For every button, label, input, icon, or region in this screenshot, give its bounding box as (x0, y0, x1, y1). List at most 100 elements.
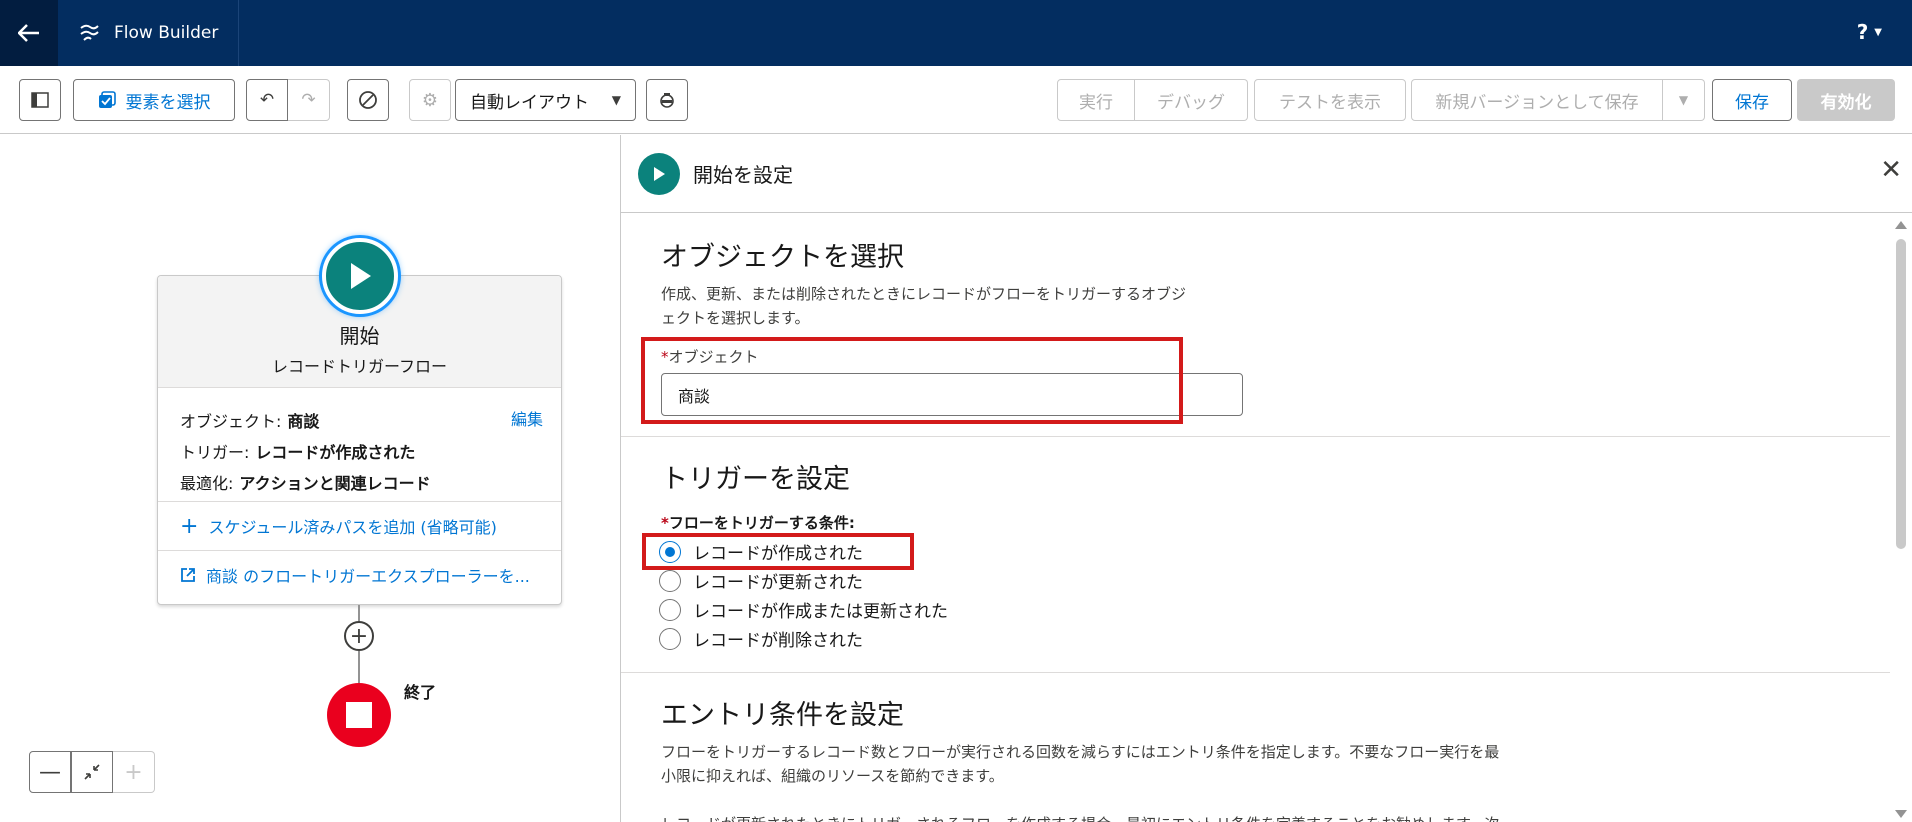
external-link-icon (181, 567, 195, 582)
app-title: Flow Builder (78, 0, 218, 66)
toggle-panel-button[interactable] (19, 79, 61, 121)
panel-title: 開始を設定 (693, 163, 793, 187)
entry-conditions-section: エントリ条件を設定 フローをトリガーするレコード数とフローが実行される回数を減ら… (661, 693, 1661, 822)
end-label: 終了 (404, 683, 437, 702)
start-panel-icon (638, 153, 680, 195)
trigger-section: トリガーを設定 (661, 457, 850, 496)
activate-button[interactable]: 有効化 (1797, 79, 1895, 121)
object-property: オブジェクト: 商談 (180, 404, 539, 435)
close-icon: ✕ (1880, 155, 1902, 185)
trigger-explorer-label: 商談 のフロートリガーエクスプローラーを... (206, 566, 530, 586)
scroll-thumb[interactable] (1896, 239, 1906, 549)
edit-link[interactable]: 編集 (511, 406, 543, 430)
back-button[interactable] (0, 0, 58, 66)
layout-select-value: 自動レイアウト (470, 92, 589, 113)
connector-line (358, 651, 360, 683)
start-properties: オブジェクト: 商談 トリガー: レコードが作成された 最適化: アクションと関… (158, 388, 561, 502)
flow-canvas[interactable]: 開始 レコードトリガーフロー オブジェクト: 商談 トリガー: レコードが作成さ… (0, 135, 620, 822)
scroll-down-arrow-icon[interactable] (1895, 810, 1907, 818)
trigger-property: トリガー: レコードが作成された (180, 435, 539, 466)
undo-redo-group: ↶ ↷ (246, 79, 330, 121)
connector-line (358, 605, 360, 621)
entry-section-description: フローをトリガーするレコード数とフローが実行される回数を減らすにはエントリ条件を… (661, 740, 1661, 822)
radio-option-label: レコードが削除された (693, 631, 863, 651)
entry-description-line: 小限に抑えれば、組織のリソースを節約できます。 (661, 767, 1004, 785)
contract-icon (84, 764, 100, 780)
toolbox-icon (660, 93, 674, 108)
scroll-up-arrow-icon[interactable] (1895, 221, 1907, 229)
radio-option-deleted[interactable]: レコードが削除された (659, 624, 948, 653)
redo-icon: ↷ (301, 90, 316, 110)
stop-icon (346, 702, 372, 728)
object-section-heading: オブジェクトを選択 (661, 242, 904, 273)
trigger-field: *フローをトリガーする条件: (661, 512, 855, 533)
app-title-text: Flow Builder (114, 23, 219, 43)
save-options-button[interactable]: ▼ (1663, 79, 1705, 121)
entry-description-line: フローをトリガーするレコード数とフローが実行される回数を減らすにはエントリ条件を… (661, 743, 1500, 761)
panel-scrollbar[interactable] (1890, 213, 1912, 822)
add-element-button[interactable]: + (344, 621, 374, 651)
play-icon (351, 263, 371, 289)
start-node-icon[interactable] (322, 238, 398, 314)
required-marker: * (661, 514, 669, 532)
save-button[interactable]: 保存 (1712, 79, 1792, 121)
trigger-field-label-text: フローをトリガーする条件: (668, 514, 855, 532)
radio-button[interactable] (659, 569, 681, 592)
object-description-line: ェクトを選択します。 (661, 309, 810, 327)
optimize-property-value: アクションと関連レコード (239, 473, 431, 493)
panel-toggle-icon (31, 92, 49, 108)
debug-button[interactable]: デバッグ (1135, 79, 1248, 121)
minus-icon: — (39, 759, 61, 785)
radio-button[interactable] (659, 627, 681, 650)
undo-button[interactable]: ↶ (246, 79, 288, 121)
top-nav: Flow Builder ? ▼ (0, 0, 1912, 66)
radio-option-label: レコードが更新された (693, 573, 863, 593)
radio-option-created-or-updated[interactable]: レコードが作成または更新された (659, 595, 948, 624)
zoom-in-button[interactable]: + (113, 751, 155, 793)
add-scheduled-path-link[interactable]: + スケジュール済みパスを追加 (省略可能) (158, 502, 561, 550)
start-subtitle: レコードトリガーフロー (271, 357, 448, 376)
plus-icon: + (124, 759, 143, 785)
close-panel-button[interactable]: ✕ (1880, 155, 1902, 185)
radio-option-updated[interactable]: レコードが更新された (659, 566, 948, 595)
fit-view-button[interactable] (71, 751, 113, 793)
configure-start-panel: 開始を設定 ✕ オブジェクトを選択 作成、更新、または削除されたときにレコードが… (620, 135, 1912, 822)
entry-description-line: レコードが更新されたときにトリガーされるフローを作成する場合、最初にエントリ条件… (661, 812, 1661, 822)
layout-select[interactable]: 自動レイアウト ▼ (455, 79, 636, 121)
view-tests-button[interactable]: テストを表示 (1254, 79, 1406, 121)
object-description-line: 作成、更新、または削除されたときにレコードがフローをトリガーするオブジ (661, 285, 1187, 303)
select-icon (98, 91, 116, 108)
start-title: 開始 (339, 324, 380, 348)
redo-button[interactable]: ↷ (288, 79, 330, 121)
trigger-field-label: *フローをトリガーする条件: (661, 512, 855, 533)
optimize-property-label: 最適化: (180, 473, 234, 493)
save-as-new-version-button[interactable]: 新規バージョンとして保存 (1411, 79, 1663, 121)
start-element-card[interactable]: 開始 レコードトリガーフロー オブジェクト: 商談 トリガー: レコードが作成さ… (157, 275, 562, 605)
object-property-value: 商談 (287, 411, 320, 431)
highlight-box-object (641, 337, 1183, 424)
run-button[interactable]: 実行 (1057, 79, 1135, 121)
help-icon: ? (1856, 20, 1869, 44)
object-section: オブジェクトを選択 作成、更新、または削除されたときにレコードがフローをトリガー… (661, 235, 1261, 330)
select-elements-button[interactable]: 要素を選択 (73, 79, 235, 121)
end-node[interactable] (327, 683, 391, 747)
play-icon (654, 167, 665, 181)
settings-button[interactable]: ⚙ (409, 79, 451, 121)
highlight-box-trigger (642, 533, 914, 570)
trigger-explorer-link[interactable]: 商談 のフロートリガーエクスプローラーを... (158, 550, 561, 598)
entry-section-heading: エントリ条件を設定 (661, 700, 904, 731)
flow-icon (80, 24, 99, 41)
gear-icon: ⚙ (421, 89, 439, 111)
section-divider (621, 672, 1891, 673)
toolbox-button[interactable] (646, 79, 688, 121)
clear-button[interactable] (347, 79, 389, 121)
undo-icon: ↶ (259, 90, 275, 110)
trigger-section-heading: トリガーを設定 (661, 464, 850, 495)
zoom-out-button[interactable]: — (29, 751, 71, 793)
radio-option-label: レコードが作成または更新された (693, 602, 948, 622)
add-scheduled-path-label: スケジュール済みパスを追加 (省略可能) (208, 518, 497, 537)
help-menu[interactable]: ? ▼ (1857, 20, 1882, 44)
optimize-property: 最適化: アクションと関連レコード (180, 466, 539, 497)
radio-button[interactable] (659, 598, 681, 621)
